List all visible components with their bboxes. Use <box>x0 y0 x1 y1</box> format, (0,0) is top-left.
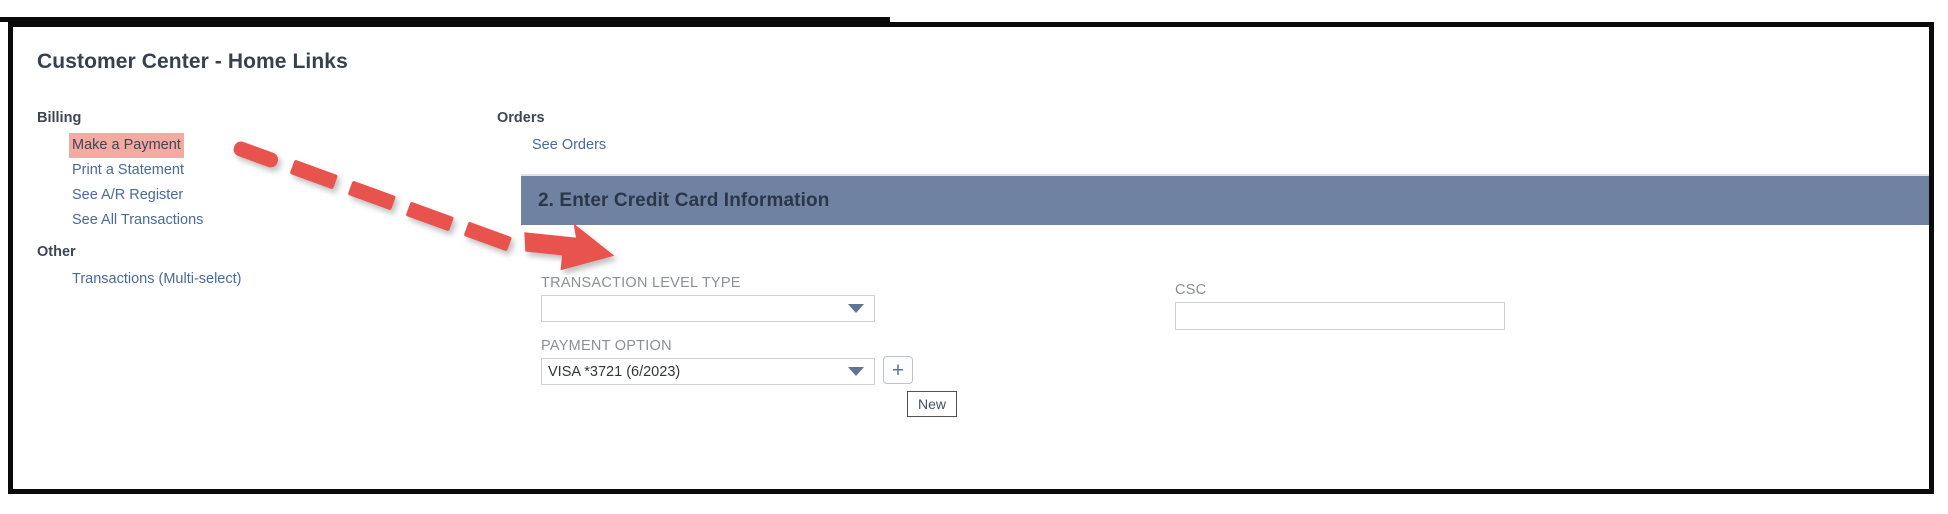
transaction-level-type-select[interactable] <box>541 295 875 322</box>
link-row: See A/R Register <box>37 183 467 208</box>
sidebar-link-see-orders[interactable]: See Orders <box>529 133 609 158</box>
group-heading-billing: Billing <box>37 110 82 126</box>
tooltip-new: New <box>907 391 958 417</box>
label-payment-option: PAYMENT OPTION <box>541 338 672 354</box>
field-payment-option: PAYMENT OPTION VISA *3721 (6/2023) <box>541 336 875 385</box>
sidebar-link-print-a-statement[interactable]: Print a Statement <box>69 158 187 183</box>
label-csc: CSC <box>1175 282 1207 298</box>
links-column-right: Orders See Orders <box>497 107 917 158</box>
field-transaction-level-type: TRANSACTION LEVEL TYPE <box>541 273 875 322</box>
sidebar-link-make-a-payment[interactable]: Make a Payment <box>69 133 184 158</box>
tooltip-new-label: New <box>918 396 947 412</box>
payment-option-select[interactable]: VISA *3721 (6/2023) <box>541 358 875 385</box>
label-transaction-level-type: TRANSACTION LEVEL TYPE <box>541 275 741 291</box>
payment-option-value: VISA *3721 (6/2023) <box>548 363 681 380</box>
add-payment-method-button[interactable]: + <box>883 356 913 384</box>
link-row: Print a Statement <box>37 158 467 183</box>
sidebar-link-see-ar-register[interactable]: See A/R Register <box>69 183 186 208</box>
group-heading-orders: Orders <box>497 110 545 126</box>
chevron-down-icon[interactable] <box>848 304 864 313</box>
screenshot-root: Customer Center - Home Links Billing Mak… <box>0 0 1948 514</box>
section-header-credit-card: 2. Enter Credit Card Information <box>521 174 1929 225</box>
link-row: Make a Payment <box>37 133 467 158</box>
plus-icon: + <box>891 358 905 382</box>
chevron-down-icon[interactable] <box>848 367 864 376</box>
page-title: Customer Center - Home Links <box>37 50 348 73</box>
credit-card-form: TRANSACTION LEVEL TYPE PAYMENT OPTION VI… <box>13 225 1929 489</box>
customer-center-panel: Customer Center - Home Links Billing Mak… <box>8 22 1934 494</box>
section-header-title: 2. Enter Credit Card Information <box>538 189 830 211</box>
field-csc: CSC <box>1175 280 1505 330</box>
csc-input[interactable] <box>1175 302 1505 330</box>
link-row: See Orders <box>497 133 917 158</box>
